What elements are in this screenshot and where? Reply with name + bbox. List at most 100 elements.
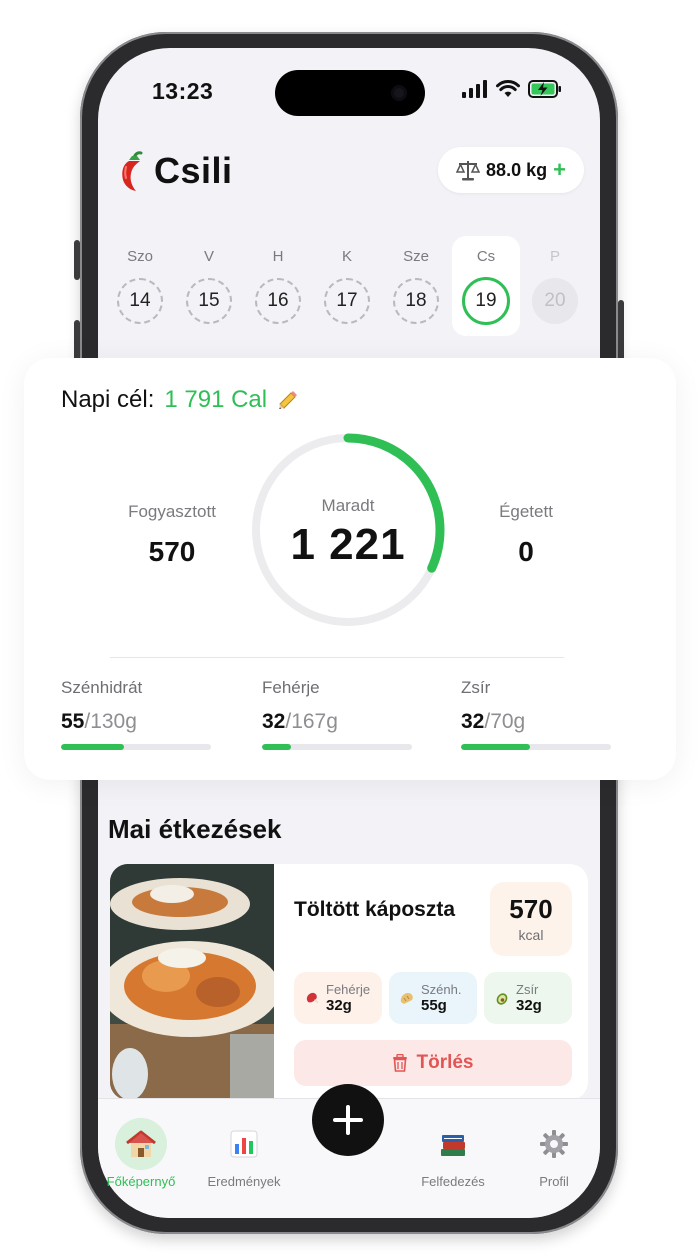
chip-name: Zsír [516,982,539,997]
day-item[interactable]: H 16 [244,236,312,336]
macro-fat: Zsír 32/70g [461,678,611,750]
macro-amount: 32/70g [461,710,611,734]
tab-label: Profil [539,1174,569,1189]
macro-amount: 55/130g [61,710,211,734]
day-item[interactable]: V 15 [175,236,243,336]
day-number: 20 [532,278,578,324]
weight-button[interactable]: 88.0 kg + [438,147,584,193]
scale-icon [456,161,481,181]
tab-home[interactable]: Főképernyő [91,1118,191,1189]
chip-value: 32g [326,997,352,1014]
weight-value: 88.0 kg [486,159,548,180]
meal-kcal-badge: 570 kcal [490,882,572,956]
avocado-icon [496,993,508,1005]
day-item-selected[interactable]: Cs 19 [452,236,520,336]
tab-icon-wrap [528,1118,580,1170]
macro-protein: Fehérje 32/167g [262,678,412,750]
meat-icon [306,992,319,1004]
day-label: Cs [476,248,496,265]
macro-carbs: Szénhidrát 55/130g [61,678,211,750]
status-time: 13:23 [152,78,214,104]
meal-card[interactable]: Töltött káposzta 570 kcal Fehérje 32g Sz… [110,864,588,1100]
burned-stat: Égetett 0 [446,502,606,568]
tab-icon-wrap [218,1118,270,1170]
macro-progress-bar [461,744,611,750]
macro-amount: 32/167g [262,710,412,734]
status-icons [462,80,562,98]
macro-name: Zsír [461,678,491,697]
day-item[interactable]: Szo 14 [106,236,174,336]
macro-name: Fehérje [262,678,320,697]
daily-goal[interactable]: Napi cél: 1 791 Cal [61,386,299,414]
signal-icon [462,80,487,98]
day-number: 19 [462,277,510,325]
gear-icon [540,1130,568,1158]
macro-progress-bar [61,744,211,750]
plus-icon [333,1105,363,1135]
goal-value: 1 791 Cal [164,386,268,413]
remaining-label: Maradt [321,496,375,515]
day-number: 15 [186,278,232,324]
trash-icon [393,1054,408,1072]
macro-name: Szénhidrát [61,678,143,697]
books-icon [441,1135,465,1156]
chip-text: Fehérje 32g [326,982,370,1014]
day-number: 16 [255,278,301,324]
tab-icon-wrap [115,1118,167,1170]
macro-value: 55 [61,710,85,733]
macro-progress-bar [262,744,412,750]
consumed-label: Fogyasztott [128,502,216,521]
app-title: Csili [154,150,233,191]
day-item[interactable]: Sze 18 [382,236,450,336]
phone-side-button [74,240,80,280]
add-meal-button[interactable] [312,1084,384,1156]
day-label: Szo [127,248,153,265]
calorie-summary-card: Napi cél: 1 791 Cal Fogyasztott 570 Mara… [24,358,676,780]
tab-label: Főképernyő [106,1174,176,1189]
burned-value: 0 [518,536,534,567]
meal-name: Töltött káposzta [294,898,455,921]
bread-icon [400,993,413,1004]
macro-target: /70g [484,710,526,733]
goal-label: Napi cél: [61,386,155,413]
day-number: 18 [393,278,439,324]
divider [110,657,564,658]
tab-explore[interactable]: Felfedezés [403,1118,503,1189]
macro-progress-fill [262,744,291,750]
tab-profile[interactable]: Profil [504,1118,604,1189]
burned-label: Égetett [499,502,553,521]
day-number: 14 [117,278,163,324]
chip-value: 32g [516,997,542,1014]
chip-text: Zsír 32g [516,982,542,1014]
macro-value: 32 [262,710,286,733]
macro-target: /167g [285,710,338,733]
macro-progress-fill [461,744,530,750]
tab-label: Eredmények [207,1174,281,1189]
meal-photo [110,864,274,1100]
day-label: P [549,248,560,265]
day-number: 17 [324,278,370,324]
remaining-value: 1 221 [290,520,406,569]
chili-pepper-icon [122,151,143,191]
chip-value: 55g [421,997,447,1014]
consumed-stat: Fogyasztott 570 [92,502,252,568]
battery-charging-icon [528,80,561,98]
pencil-icon[interactable] [277,389,299,411]
day-item[interactable]: K 17 [313,236,381,336]
macro-value: 32 [461,710,485,733]
wifi-icon [496,80,520,97]
delete-meal-button[interactable]: Törlés [294,1040,572,1086]
tab-label: Felfedezés [421,1174,485,1189]
day-item-future: P 20 [521,236,589,336]
bar-chart-icon [230,1130,258,1158]
chip-name: Szénh. [421,982,462,997]
day-label: V [203,248,214,265]
meal-fat-chip: Zsír 32g [484,972,572,1024]
tab-icon-wrap [427,1118,479,1170]
camera-icon [391,85,407,101]
add-weight-icon: + [553,157,566,182]
meal-kcal-value: 570 [509,894,553,924]
day-selector: Szo 14 V 15 H 16 K 17 Sze 18 Cs 19 P 20 [106,236,590,336]
tab-results[interactable]: Eredmények [194,1118,294,1189]
day-label: Sze [403,248,429,265]
